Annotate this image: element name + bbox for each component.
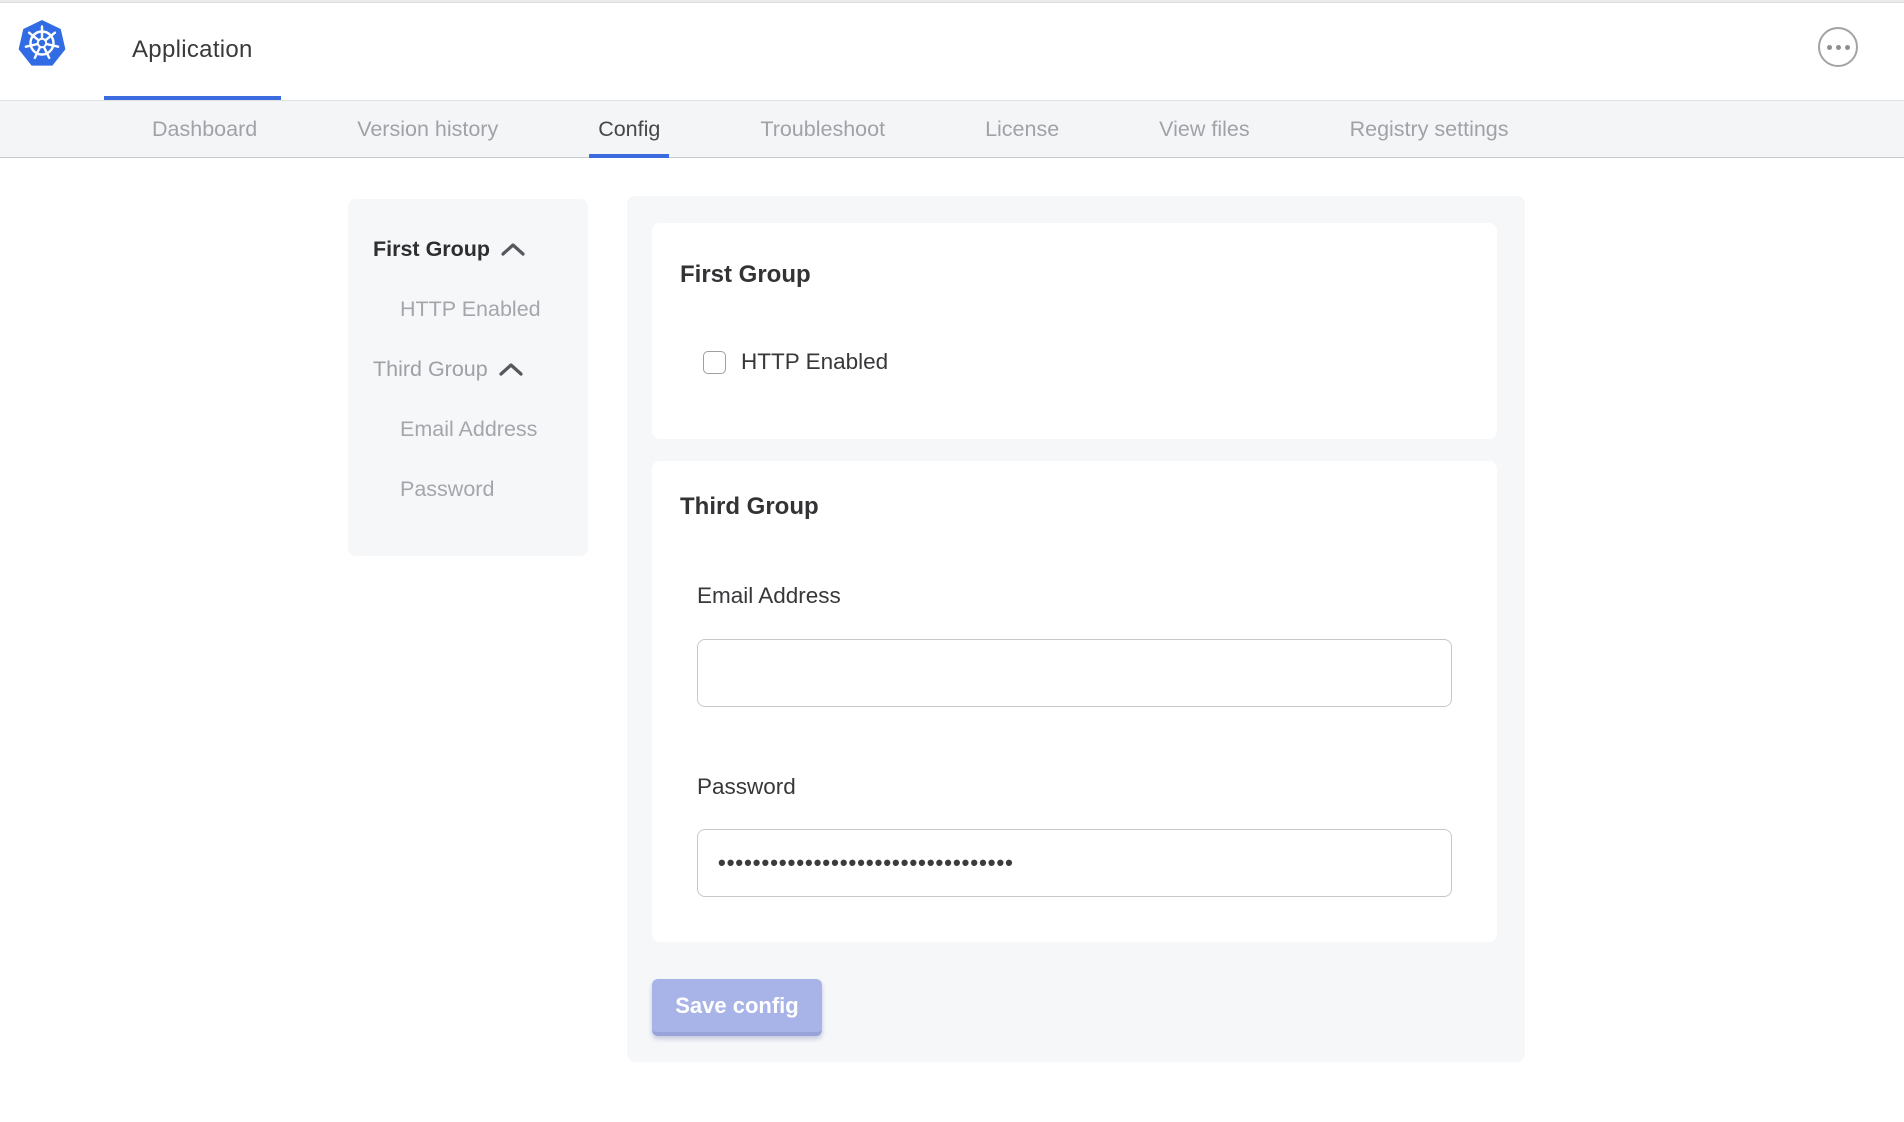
tab-version-history[interactable]: Version history <box>357 101 498 157</box>
sidebar-item-email-address[interactable]: Email Address <box>348 399 588 459</box>
kubernetes-logo-icon <box>18 20 66 68</box>
sidebar-item-third-group[interactable]: Third Group <box>348 339 588 399</box>
http-enabled-checkbox[interactable] <box>703 351 726 374</box>
password-label: Password <box>697 774 796 800</box>
group-title: Third Group <box>680 493 819 521</box>
tab-config[interactable]: Config <box>598 101 660 157</box>
ellipsis-icon <box>1836 45 1841 50</box>
config-sidebar: First Group HTTP Enabled Third Group Ema… <box>348 199 588 556</box>
group-title: First Group <box>680 261 811 289</box>
app-header: Application <box>0 3 1904 100</box>
ellipsis-icon <box>1845 45 1850 50</box>
config-group-card-first: First Group HTTP Enabled <box>652 223 1497 439</box>
email-address-label: Email Address <box>697 583 841 609</box>
password-input[interactable] <box>697 829 1452 897</box>
config-panel: First Group HTTP Enabled Third Group Ema… <box>627 196 1525 1062</box>
sidebar-item-label: First Group <box>373 237 490 262</box>
http-enabled-row: HTTP Enabled <box>703 349 888 375</box>
save-config-button[interactable]: Save config <box>652 979 822 1036</box>
chevron-up-icon <box>498 362 524 377</box>
app-navbar: Dashboard Version history Config Trouble… <box>0 100 1904 158</box>
tab-troubleshoot[interactable]: Troubleshoot <box>760 101 885 157</box>
sidebar-item-label: Email Address <box>400 417 537 442</box>
sidebar-item-http-enabled[interactable]: HTTP Enabled <box>348 279 588 339</box>
tab-license[interactable]: License <box>985 101 1059 157</box>
tab-application[interactable]: Application <box>104 3 281 100</box>
sidebar-item-first-group[interactable]: First Group <box>348 219 588 279</box>
overflow-menu-button[interactable] <box>1818 27 1858 67</box>
chevron-up-icon <box>500 242 526 257</box>
tab-view-files[interactable]: View files <box>1159 101 1249 157</box>
tab-registry-settings[interactable]: Registry settings <box>1350 101 1509 157</box>
sidebar-item-password[interactable]: Password <box>348 459 588 519</box>
sidebar-item-label: Password <box>400 477 494 502</box>
sidebar-item-label: HTTP Enabled <box>400 297 541 322</box>
tab-dashboard[interactable]: Dashboard <box>152 101 257 157</box>
sidebar-item-label: Third Group <box>373 357 488 382</box>
config-page: First Group HTTP Enabled Third Group Ema… <box>0 158 1904 1121</box>
ellipsis-icon <box>1827 45 1832 50</box>
app-tab-label: Application <box>132 36 253 64</box>
http-enabled-label[interactable]: HTTP Enabled <box>741 349 888 375</box>
config-group-card-third: Third Group Email Address Password <box>652 461 1497 942</box>
email-address-input[interactable] <box>697 639 1452 707</box>
